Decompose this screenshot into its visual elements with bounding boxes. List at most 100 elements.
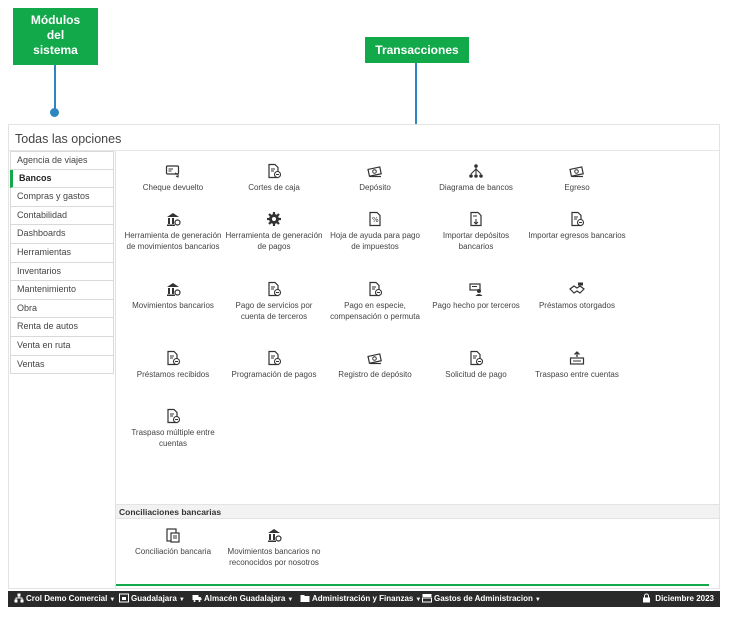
check-returned-icon (165, 165, 180, 178)
diagram-icon (469, 164, 483, 178)
company-label: Crol Demo Comercial (26, 594, 108, 603)
money-icon (367, 353, 382, 365)
bank-tool-icon (167, 283, 181, 296)
gear-icon (267, 212, 281, 226)
transaction-deposito[interactable]: Depósito (325, 163, 425, 194)
sidebar-item-contabilidad[interactable]: Contabilidad (10, 206, 114, 226)
modules-callout-dot (50, 108, 59, 117)
transaction-label: Pago de servicios por cuenta de terceros (235, 301, 313, 321)
transaction-solicitud-pago[interactable]: Solicitud de pago (426, 350, 526, 381)
transaction-label: Pago hecho por terceros (432, 301, 520, 310)
transaction-label: Solicitud de pago (445, 370, 507, 379)
truck-icon (192, 595, 202, 602)
transactions-callout: Transacciones (365, 37, 469, 63)
section-header-conciliaciones: Conciliaciones bancarias (116, 504, 719, 519)
transaction-importar-depositos[interactable]: Importar depósitos bancarios (426, 211, 526, 252)
sidebar-item-inventarios[interactable]: Inventarios (10, 262, 114, 282)
transaction-traspaso-multiple[interactable]: Traspaso múltiple entre cuentas (123, 408, 223, 449)
department-label: Administración y Finanzas (312, 594, 414, 603)
content-bottom-accent (116, 584, 709, 586)
all-options-panel: Todas las opciones Agencia de viajes Ban… (8, 124, 720, 589)
transaction-programacion-pagos[interactable]: Programación de pagos (224, 350, 324, 381)
document-icon (369, 281, 383, 297)
transaction-diagrama-de-bancos[interactable]: Diagrama de bancos (426, 163, 526, 194)
transaction-egreso[interactable]: Egreso (527, 163, 627, 194)
modules-callout-line-1: Módulos (30, 13, 81, 27)
department-selector[interactable]: Administración y Finanzas ▼ (300, 591, 421, 608)
transaction-label: Herramienta de generación de pagos (225, 231, 323, 251)
warehouse-label: Almacén Guadalajara (204, 594, 286, 603)
transaction-label: Egreso (564, 183, 590, 192)
transaction-pago-especie[interactable]: Pago en especie, compensación o permuta (325, 281, 425, 322)
transfer-icon (569, 351, 585, 365)
bank-icon (166, 528, 180, 543)
modules-callout-line-3: sistema (33, 43, 78, 57)
company-selector[interactable]: Crol Demo Comercial ▼ (14, 591, 115, 608)
transaction-label: Cortes de caja (248, 183, 300, 192)
bank-tool-icon (268, 529, 282, 542)
transaction-label: Registro de depósito (338, 370, 412, 379)
sidebar-item-herramientas[interactable]: Herramientas (10, 243, 114, 263)
expense-selector[interactable]: Gastos de Administracion ▼ (422, 591, 541, 608)
transaction-registro-deposito[interactable]: Registro de depósito (325, 350, 425, 381)
transaction-label: Diagrama de bancos (439, 183, 513, 192)
document-icon (167, 408, 181, 424)
transaction-cheque-devuelto[interactable]: Cheque devuelto (123, 163, 223, 194)
transaction-cortes-de-caja[interactable]: Cortes de caja (224, 163, 324, 194)
transaction-label: Traspaso entre cuentas (535, 370, 619, 379)
transaction-pago-servicios-terceros[interactable]: Pago de servicios por cuenta de terceros (224, 281, 324, 322)
document-icon (268, 350, 282, 366)
transaction-label: Herramienta de generación de movimientos… (124, 231, 222, 251)
transactions-area: Cheque devuelto Cortes de caja Depósito … (115, 151, 719, 588)
document-icon (470, 350, 484, 366)
branch-selector[interactable]: Guadalajara ▼ (119, 591, 185, 608)
sidebar-item-venta-en-ruta[interactable]: Venta en ruta (10, 336, 114, 356)
transaction-pago-hecho-por-terceros[interactable]: Pago hecho por terceros (426, 281, 526, 312)
transaction-traspaso-entre-cuentas[interactable]: Traspaso entre cuentas (527, 350, 627, 381)
transaction-label: Cheque devuelto (142, 183, 204, 192)
sidebar-item-obra[interactable]: Obra (10, 299, 114, 319)
transaction-movimientos-no-reconocidos[interactable]: Movimientos bancarios no reconocidos por… (224, 527, 324, 568)
branch-label: Guadalajara (131, 594, 177, 603)
transaction-prestamos-otorgados[interactable]: Préstamos otorgados (527, 281, 627, 312)
transaction-label: Movimientos bancarios no reconocidos por… (227, 547, 321, 567)
import-icon (470, 211, 482, 227)
transaction-label: Pago en especie, compensación o permuta (330, 301, 420, 321)
bank-tool-icon (167, 213, 181, 226)
sidebar-item-dashboards[interactable]: Dashboards (10, 225, 114, 244)
sidebar-item-renta-de-autos[interactable]: Renta de autos (10, 318, 114, 337)
chevron-down-icon: ▼ (415, 597, 422, 603)
money-icon (569, 166, 584, 178)
transaction-label: Importar egresos bancarios (528, 231, 626, 240)
sidebar-item-bancos[interactable]: Bancos (10, 169, 114, 189)
handshake-icon (569, 282, 585, 294)
bottom-status-bar: Crol Demo Comercial ▼ Guadalajara ▼ Almacé… (8, 591, 720, 607)
transaction-prestamos-recibidos[interactable]: Préstamos recibidos (123, 350, 223, 381)
period-indicator[interactable]: Diciembre 2023 (642, 591, 714, 607)
chevron-down-icon: ▼ (109, 597, 116, 603)
transaction-label: Movimientos bancarios (132, 301, 214, 310)
modules-callout-connector (54, 65, 56, 111)
transaction-conciliacion-bancaria[interactable]: Conciliación bancaria (123, 527, 223, 558)
transaction-herramienta-generacion-pagos[interactable]: Herramienta de generación de pagos (224, 211, 324, 252)
chevron-down-icon: ▼ (534, 597, 541, 603)
transaction-label: Depósito (359, 183, 391, 192)
payment-icon (469, 283, 483, 296)
transaction-movimientos-bancarios[interactable]: Movimientos bancarios (123, 281, 223, 312)
sidebar-item-agencia-de-viajes[interactable]: Agencia de viajes (10, 151, 114, 170)
panel-title: Todas las opciones (15, 132, 122, 146)
transaction-importar-egresos[interactable]: Importar egresos bancarios (527, 211, 627, 242)
transaction-label: Hoja de ayuda para pago de impuestos (330, 231, 420, 251)
warehouse-selector[interactable]: Almacén Guadalajara ▼ (192, 591, 293, 608)
transaction-herramienta-movimientos-bancarios[interactable]: Herramienta de generación de movimientos… (123, 211, 223, 252)
sidebar-item-mantenimiento[interactable]: Mantenimiento (10, 281, 114, 300)
document-icon (268, 281, 282, 297)
sidebar-item-compras-y-gastos[interactable]: Compras y gastos (10, 188, 114, 207)
transaction-hoja-ayuda-impuestos[interactable]: % Hoja de ayuda para pago de impuestos (325, 211, 425, 252)
sidebar-item-ventas[interactable]: Ventas (10, 355, 114, 375)
transaction-label: Programación de pagos (231, 370, 317, 379)
transaction-label: Conciliación bancaria (134, 547, 212, 556)
transaction-label: Préstamos recibidos (136, 370, 210, 379)
register-icon (422, 594, 432, 603)
modules-sidebar: Agencia de viajes Bancos Compras y gasto… (10, 151, 114, 375)
